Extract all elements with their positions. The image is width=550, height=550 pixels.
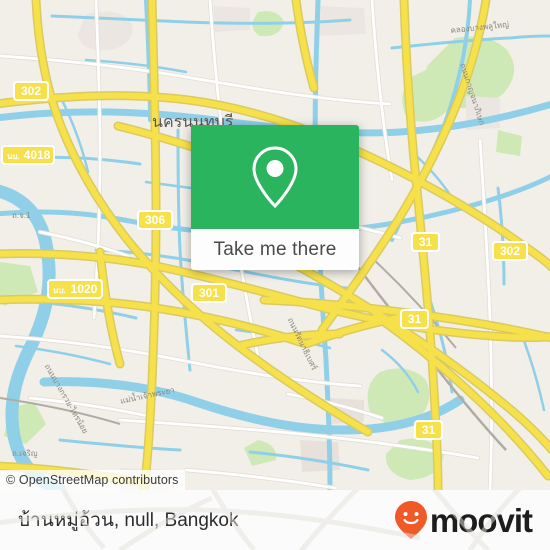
svg-text:31: 31 bbox=[408, 312, 422, 326]
callout-card-action[interactable]: Take me there bbox=[191, 229, 359, 270]
svg-text:31: 31 bbox=[419, 235, 433, 249]
road-shield: นบ. 1020 bbox=[47, 279, 103, 299]
road-shield: 31 bbox=[414, 420, 443, 440]
road-shield: 301 bbox=[191, 283, 227, 303]
osm-attribution[interactable]: © OpenStreetMap contributors bbox=[0, 470, 185, 490]
moovit-logo[interactable]: moovit bbox=[394, 500, 533, 540]
road-shield: 31 bbox=[400, 309, 429, 329]
moovit-smiley-pin-icon bbox=[394, 501, 427, 539]
svg-text:นบ.: นบ. bbox=[53, 286, 66, 295]
street-label: ถ.เจริญ bbox=[12, 449, 38, 458]
bottom-info-bar: บ้านหมู่อ้วน, null, Bangkok moovit bbox=[0, 490, 550, 550]
road-shield: 302 bbox=[492, 241, 528, 261]
moovit-map-screen: .wtr{fill:none;stroke:#8fd0e8;stroke-lin… bbox=[0, 0, 550, 550]
road-shield: 306 bbox=[137, 210, 173, 230]
location-callout-card[interactable]: Take me there bbox=[191, 125, 359, 270]
take-me-there-label: Take me there bbox=[213, 238, 337, 260]
map-pin-icon bbox=[252, 146, 298, 209]
moovit-wordmark: moovit bbox=[429, 501, 533, 539]
place-name-label: บ้านหมู่อ้วน, null, Bangkok bbox=[18, 510, 239, 531]
callout-card-header bbox=[191, 125, 359, 229]
road-shield: 31 bbox=[411, 232, 440, 252]
svg-text:1020: 1020 bbox=[71, 282, 98, 296]
svg-text:306: 306 bbox=[145, 213, 165, 227]
svg-text:302: 302 bbox=[21, 84, 41, 98]
street-label: ถ.จ.1 bbox=[12, 211, 31, 220]
road-shield: 302 bbox=[13, 81, 49, 101]
svg-text:301: 301 bbox=[199, 286, 219, 300]
road-shield: นบ. 4018 bbox=[1, 145, 55, 165]
svg-text:นบ.: นบ. bbox=[7, 152, 20, 161]
svg-text:4018: 4018 bbox=[24, 148, 51, 162]
attribution-text: © OpenStreetMap contributors bbox=[6, 473, 179, 487]
svg-text:302: 302 bbox=[500, 244, 520, 258]
svg-text:31: 31 bbox=[422, 423, 436, 437]
